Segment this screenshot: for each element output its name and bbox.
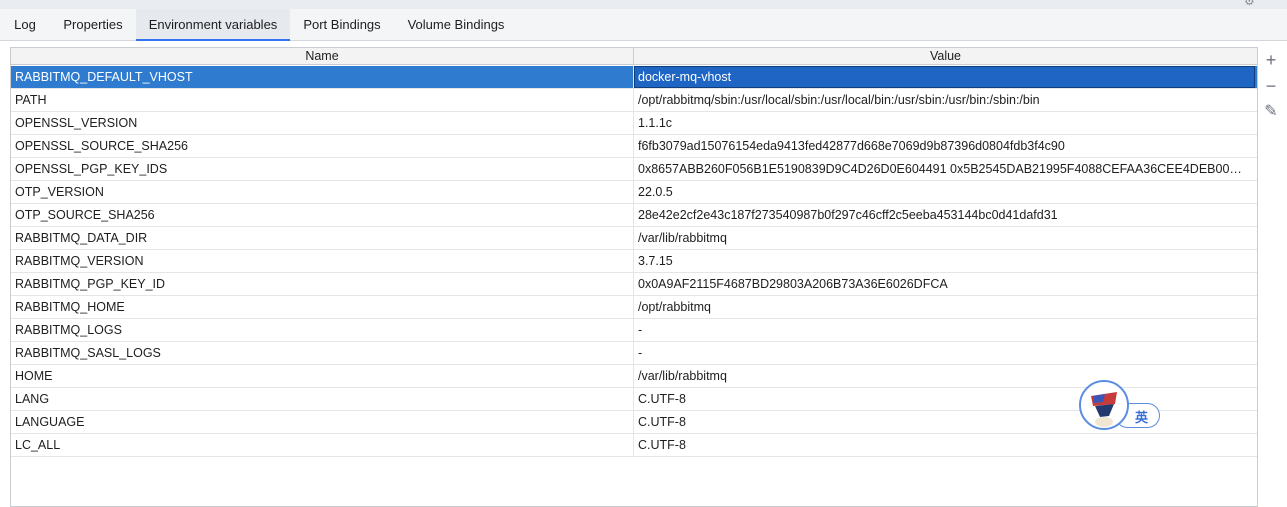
table-row[interactable]: OPENSSL_SOURCE_SHA256 f6fb3079ad15076154e… [11,135,1257,158]
env-var-value[interactable]: - [638,319,1250,341]
tab-volume-bindings[interactable]: Volume Bindings [394,9,518,41]
side-toolbar: + − ✎ [1259,47,1287,501]
column-divider [633,158,634,181]
column-divider [633,112,634,135]
env-var-value[interactable]: f6fb3079ad15076154eda9413fed42877d668e70… [638,135,1250,157]
column-divider [633,273,634,296]
column-divider [633,296,634,319]
table-row[interactable]: RABBITMQ_DATA_DIR/var/lib/rabbitmq [11,227,1257,250]
env-var-name: OTP_SOURCE_SHA256 [15,208,155,222]
table-row[interactable]: OPENSSL_VERSION 1.1.1c [11,112,1257,135]
column-divider [633,89,634,112]
ime-language-label: 英 [1135,410,1149,425]
env-var-value[interactable]: 1.1.1c [638,112,1250,134]
env-var-name: RABBITMQ_VERSION [15,254,144,268]
column-divider [633,227,634,250]
column-divider [633,388,634,411]
column-divider [633,365,634,388]
tab-environment-variables[interactable]: Environment variables [136,9,290,41]
env-var-value[interactable]: /opt/rabbitmq/sbin:/usr/local/sbin:/usr/… [638,89,1250,111]
column-divider [633,342,634,365]
table-row[interactable]: LANG C.UTF-8 [11,388,1257,411]
env-var-name: OPENSSL_PGP_KEY_IDS [15,162,168,176]
env-var-name: OPENSSL_SOURCE_SHA256 [15,139,188,153]
table-row[interactable]: RABBITMQ_SASL_LOGS - [11,342,1257,365]
column-divider [633,250,634,273]
tab-port-bindings[interactable]: Port Bindings [290,9,394,41]
env-var-name: OTP_VERSION [15,185,104,199]
table-row[interactable]: OTP_VERSION 22.0.5 [11,181,1257,204]
env-var-value[interactable]: 0x8657ABB260F056B1E5190839D9C4D26D0E6044… [638,158,1250,180]
column-divider [633,319,634,342]
env-var-name: RABBITMQ_DATA_DIR [15,231,148,245]
env-var-name: RABBITMQ_LOGS [15,323,122,337]
env-var-name: LC_ALL [15,438,61,452]
table-row[interactable]: RABBITMQ_LOGS - [11,319,1257,342]
env-var-name: RABBITMQ_HOME [15,300,125,314]
table-row[interactable]: OPENSSL_PGP_KEY_IDS 0x8657ABB260F056B1E51… [11,158,1257,181]
table-row[interactable]: RABBITMQ_PGP_KEY_ID 0x0A9AF2115F4687BD298… [11,273,1257,296]
table-row[interactable]: RABBITMQ_VERSION 3.7.15 [11,250,1257,273]
column-divider [633,135,634,158]
plus-icon[interactable]: + [1260,49,1282,71]
ime-badge[interactable]: 英 [1079,380,1161,430]
table-row[interactable]: OTP_SOURCE_SHA256 28e42e2cf2e43c187f27354… [11,204,1257,227]
tab-properties[interactable]: Properties [50,9,136,41]
env-var-name: OPENSSL_VERSION [15,116,138,130]
table-row[interactable]: LANGUAGE C.UTF-8 [11,411,1257,434]
ime-avatar [1079,380,1129,430]
column-divider [633,204,634,227]
table-row[interactable]: PATH/opt/rabbitmq/sbin:/usr/local/sbin:/… [11,89,1257,112]
env-var-value[interactable]: docker-mq-vhost [634,66,1255,88]
table-row[interactable]: LC_ALL C.UTF-8 [11,434,1257,457]
env-var-value[interactable]: 3.7.15 [638,250,1250,272]
env-var-name: RABBITMQ_PGP_KEY_ID [15,277,166,291]
table-header: Name Value [11,48,1257,65]
env-var-value[interactable]: /opt/rabbitmq [638,296,1250,318]
env-var-name: LANGUAGE [15,415,85,429]
env-var-value[interactable]: - [638,342,1250,364]
table-row[interactable]: HOME/var/lib/rabbitmq [11,365,1257,388]
minus-icon[interactable]: − [1260,75,1282,97]
env-var-name: PATH [15,93,47,107]
env-var-name: RABBITMQ_DEFAULT_VHOST [15,70,193,84]
column-header-name[interactable]: Name [11,48,634,64]
column-divider [633,181,634,204]
env-var-value[interactable]: 28e42e2cf2e43c187f273540987b0f297c46cff2… [638,204,1250,226]
tab-bar: Log Properties Environment variables Por… [0,9,1287,41]
env-var-value[interactable]: C.UTF-8 [638,434,1250,456]
table-row[interactable]: RABBITMQ_DEFAULT_VHOST docker-mq-vhost [11,66,1257,89]
env-vars-table: Name Value RABBITMQ_DEFAULT_VHOST docker-… [10,47,1258,507]
env-var-value[interactable]: 0x0A9AF2115F4687BD29803A206B73A36E6026DF… [638,273,1250,295]
env-var-name: HOME [15,369,53,383]
pencil-icon[interactable]: ✎ [1260,101,1282,123]
env-var-name: LANG [15,392,50,406]
window-top-strip [0,0,1287,9]
gear-icon[interactable]: ⚙ [1244,0,1258,8]
env-var-value[interactable]: /var/lib/rabbitmq [638,227,1250,249]
mascot-icon [1091,392,1117,427]
tab-log[interactable]: Log [0,9,50,41]
column-header-value[interactable]: Value [634,48,1257,64]
env-var-value[interactable]: 22.0.5 [638,181,1250,203]
column-divider [633,411,634,434]
env-var-name: RABBITMQ_SASL_LOGS [15,346,161,360]
table-row[interactable]: RABBITMQ_HOME/opt/rabbitmq [11,296,1257,319]
column-divider [633,434,634,457]
